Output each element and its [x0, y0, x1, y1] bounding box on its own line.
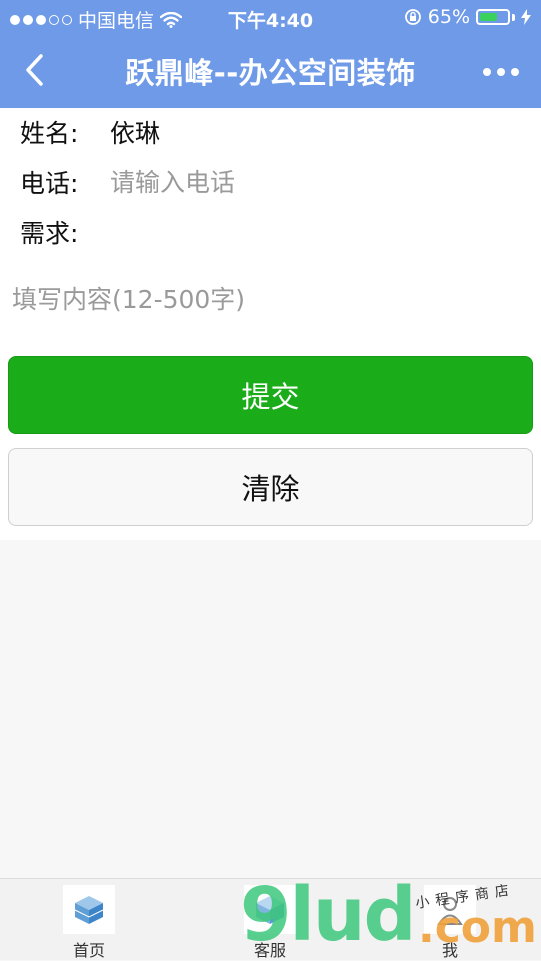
battery-percent: 65%	[427, 6, 470, 28]
need-label: 需求:	[20, 219, 79, 248]
submit-button[interactable]: 提交	[8, 356, 533, 434]
tab-me-label: 我	[441, 941, 458, 960]
rotation-lock-icon	[404, 9, 421, 25]
battery-icon	[476, 9, 515, 25]
tab-service[interactable]: 客服	[210, 885, 330, 961]
charging-bolt-icon	[521, 9, 531, 25]
tab-home[interactable]: 首页	[29, 885, 149, 961]
clear-button[interactable]: 清除	[8, 448, 533, 526]
service-cube-icon	[244, 885, 296, 934]
battery-level	[480, 13, 497, 21]
tab-home-label: 首页	[72, 941, 105, 960]
more-dots-icon	[483, 68, 491, 76]
chevron-left-icon	[26, 54, 43, 86]
need-row: 需求:	[0, 208, 541, 256]
page-title: 跃鼎峰--办公空间装饰	[125, 56, 416, 90]
phone-row: 电话:	[0, 158, 541, 206]
tab-me[interactable]: 我	[390, 885, 510, 961]
name-value[interactable]: 依琳	[100, 114, 160, 150]
top-bar: 中国电信 下午4:40 65% 跃鼎峰--办公空间装饰	[0, 0, 541, 108]
contact-form: 姓名: 依琳 电话: 需求: 提交 清除	[0, 108, 541, 540]
phone-label: 电话:	[20, 169, 79, 198]
home-cube-icon	[63, 885, 115, 934]
tab-bar: 首页 客服 我	[0, 878, 541, 960]
navigation-bar: 跃鼎峰--办公空间装饰	[0, 36, 541, 108]
more-button[interactable]	[479, 54, 523, 90]
tab-service-label: 客服	[253, 941, 286, 960]
status-bar: 中国电信 下午4:40 65%	[0, 0, 541, 36]
name-row: 姓名: 依琳	[0, 108, 541, 156]
back-button[interactable]	[12, 48, 56, 92]
content-textarea[interactable]	[10, 278, 530, 334]
name-label: 姓名:	[20, 119, 79, 148]
person-icon	[424, 885, 476, 934]
phone-input[interactable]	[100, 166, 500, 198]
